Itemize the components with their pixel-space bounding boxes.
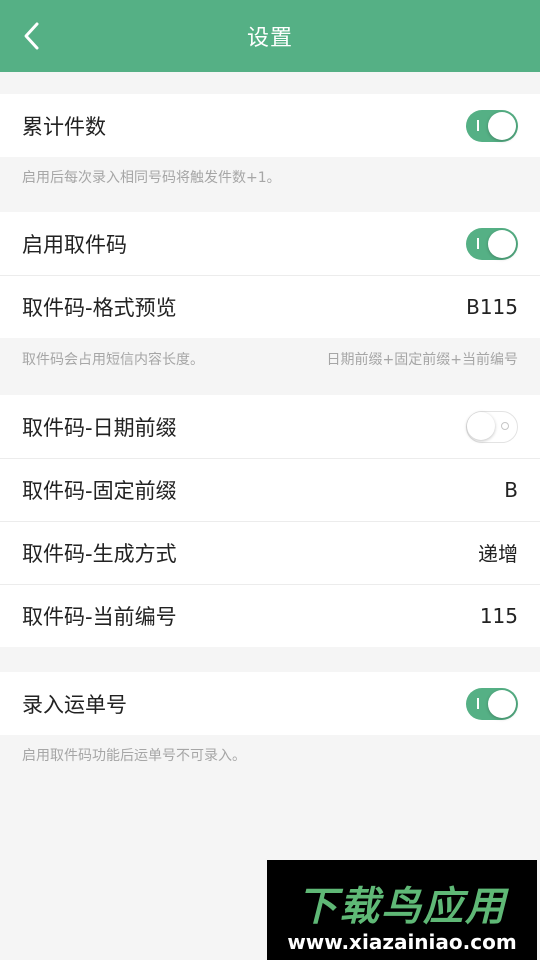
section-pickup-code-settings: 取件码-日期前缀 取件码-固定前缀 B 取件码-生成方式 递增 取件码-当前编号…: [0, 395, 540, 647]
row-cumulative-count: 累计件数: [0, 94, 540, 157]
generation-mode-value: 递增: [478, 542, 518, 566]
toggle-off-mark: [501, 421, 509, 430]
section-count: 累计件数: [0, 94, 540, 157]
section-waybill: 录入运单号: [0, 672, 540, 735]
settings-screen: 设置 累计件数 启用后每次录入相同号码将触发件数+1。 启用取件码 取件码-格式…: [0, 0, 540, 960]
row-label: 取件码-当前编号: [22, 604, 177, 629]
enable-pickup-code-toggle[interactable]: [466, 227, 518, 260]
pickup-code-note: 取件码会占用短信内容长度。: [22, 352, 204, 368]
row-generation-mode[interactable]: 取件码-生成方式 递增: [0, 521, 540, 584]
row-date-prefix: 取件码-日期前缀: [0, 395, 540, 458]
toggle-knob: [467, 412, 495, 440]
format-preview-value: B115: [466, 294, 518, 319]
cumulative-count-toggle[interactable]: [466, 109, 518, 142]
back-button[interactable]: [14, 18, 50, 54]
row-enter-waybill: 录入运单号: [0, 672, 540, 735]
watermark-title: 下载鸟应用: [297, 884, 507, 930]
row-label: 取件码-生成方式: [22, 541, 177, 566]
row-format-preview[interactable]: 取件码-格式预览 B115: [0, 275, 540, 338]
cumulative-count-note: 启用后每次录入相同号码将触发件数+1。: [22, 170, 281, 186]
enter-waybill-toggle[interactable]: [466, 687, 518, 720]
row-current-number[interactable]: 取件码-当前编号 115: [0, 584, 540, 647]
row-label: 累计件数: [22, 114, 106, 139]
toggle-knob: [488, 229, 516, 258]
row-label: 取件码-日期前缀: [22, 415, 177, 440]
pickup-code-format-note: 日期前缀+固定前缀+当前编号: [326, 352, 518, 368]
watermark-url: www.xiazainiao.com: [287, 930, 517, 954]
waybill-note: 启用取件码功能后运单号不可录入。: [22, 748, 246, 764]
row-fixed-prefix[interactable]: 取件码-固定前缀 B: [0, 458, 540, 521]
toggle-knob: [488, 689, 516, 718]
toggle-on-mark: [477, 119, 479, 131]
toggle-knob: [488, 111, 516, 140]
toggle-on-mark: [477, 237, 479, 249]
section-pickup-code: 启用取件码 取件码-格式预览 B115: [0, 212, 540, 338]
row-label: 录入运单号: [22, 692, 127, 717]
chevron-left-icon: [24, 22, 39, 50]
date-prefix-toggle[interactable]: [466, 410, 518, 443]
fixed-prefix-value: B: [504, 477, 518, 502]
page-title: 设置: [246, 26, 293, 51]
row-label: 启用取件码: [22, 232, 127, 257]
watermark: 下载鸟应用 www.xiazainiao.com: [267, 860, 537, 960]
row-label: 取件码-格式预览: [22, 295, 177, 320]
header-bar: 设置: [0, 0, 540, 72]
row-label: 取件码-固定前缀: [22, 478, 177, 503]
toggle-on-mark: [477, 697, 479, 709]
current-number-value: 115: [479, 603, 518, 628]
row-enable-pickup-code: 启用取件码: [0, 212, 540, 275]
